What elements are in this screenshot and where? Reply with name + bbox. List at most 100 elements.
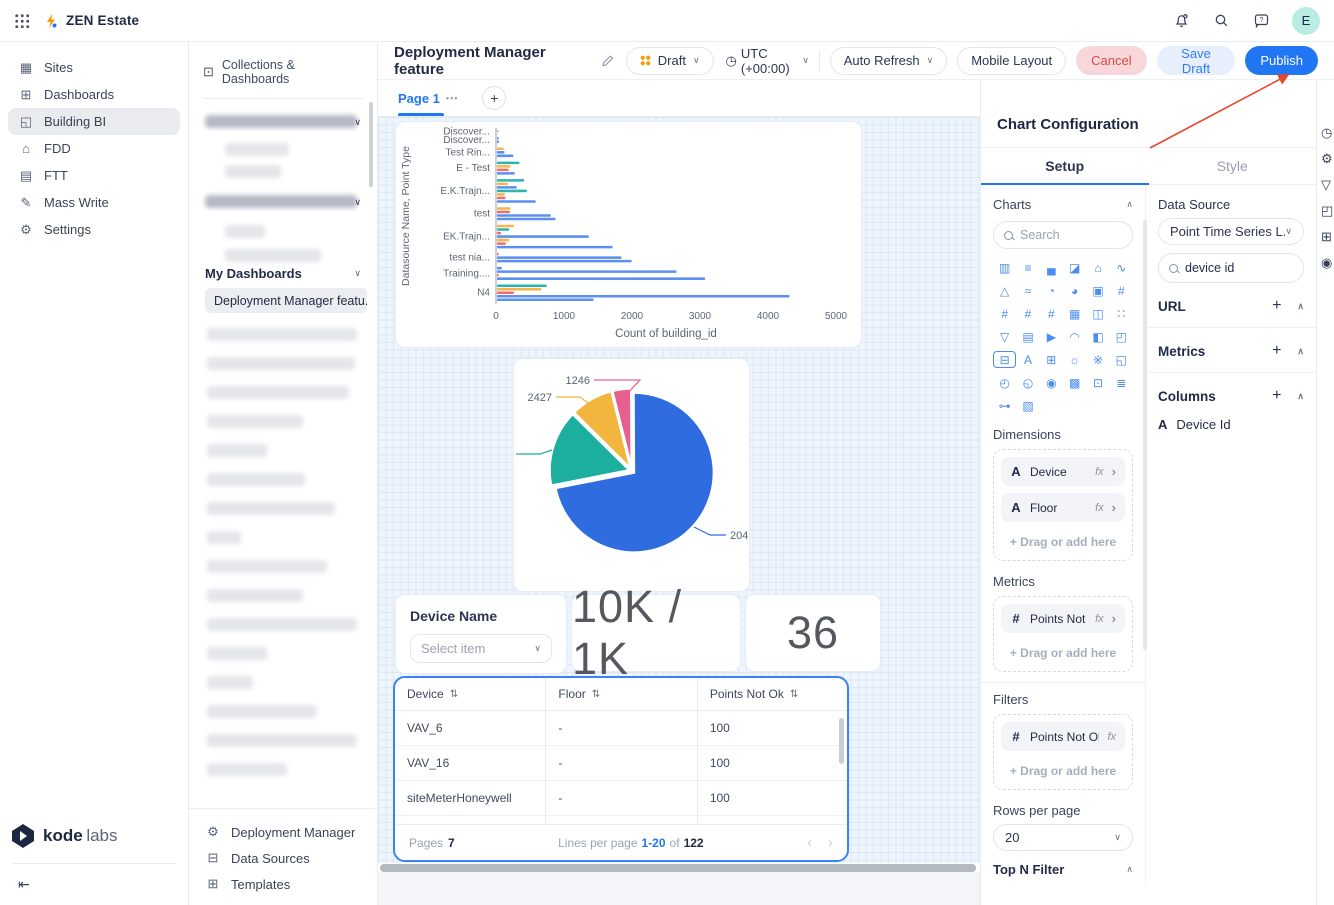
sidebar-item-building-bi[interactable]: ◱Building BI [8, 108, 180, 135]
sort-icon[interactable]: ⇅ [790, 689, 798, 700]
auto-refresh-dropdown[interactable]: Auto Refresh ∨ [830, 47, 947, 75]
sidebar-item-fdd[interactable]: ⌂FDD [8, 135, 180, 162]
filter-chip-points-not-ok[interactable]: #Points Not Okfx [1001, 722, 1125, 751]
gauge-icon[interactable]: ◠ [1063, 328, 1086, 345]
pivot-table-icon[interactable]: ◫ [1086, 305, 1109, 322]
blurred-item[interactable] [207, 618, 357, 631]
metric-trend-icon[interactable]: # [1040, 305, 1063, 322]
sidebar-item-ftt[interactable]: ▤FTT [8, 162, 180, 189]
cancel-button[interactable]: Cancel [1076, 46, 1146, 75]
table-scrollbar[interactable] [839, 718, 844, 764]
sidebar-item-settings[interactable]: ⚙Settings [8, 216, 180, 243]
blurred-item[interactable] [207, 357, 355, 370]
palette-chart-icon[interactable]: ◵ [1016, 374, 1039, 391]
globe-chart-icon[interactable]: ◉ [1040, 374, 1063, 391]
add-page-button[interactable]: + [482, 86, 506, 110]
sort-icon[interactable]: ⇅ [592, 689, 600, 700]
formula-icon[interactable]: fx [1095, 613, 1104, 625]
blurred-item[interactable] [207, 502, 335, 515]
number-card-icon[interactable]: ▣ [1086, 282, 1109, 299]
flow-chart-icon[interactable]: ⊶ [993, 397, 1016, 414]
table-row[interactable]: VAV_16-100 [395, 746, 847, 781]
prev-page-icon[interactable]: ‹ [807, 834, 812, 851]
pie-chart-icon[interactable]: ◔ [1040, 282, 1063, 299]
metric-chip-points-not-ok[interactable]: #Points Not Okfx› [1001, 604, 1125, 633]
help-chat-icon[interactable]: ? [1252, 12, 1270, 30]
config-scrollbar[interactable] [1143, 220, 1147, 650]
url-section-header[interactable]: URL + ∧ [1158, 297, 1304, 315]
kpi-count-widget[interactable]: 36 [745, 594, 881, 672]
table-row[interactable]: VAV_6-100 [395, 711, 847, 746]
blurred-item[interactable] [225, 249, 321, 262]
mobile-layout-button[interactable]: Mobile Layout [957, 47, 1066, 75]
device-select[interactable]: Select item ∨ [410, 634, 552, 663]
kpi-ratio-widget[interactable]: 10K / 1K [571, 594, 741, 672]
book-icon[interactable]: ⊞ [1317, 224, 1334, 250]
metrics-section-header[interactable]: Metrics + ∧ [1158, 342, 1304, 360]
table-column-header[interactable]: Floor⇅ [546, 678, 697, 710]
custom-widget-icon[interactable]: ※ [1086, 351, 1109, 368]
blurred-item[interactable] [207, 531, 241, 544]
peak-area-icon[interactable]: △ [993, 282, 1016, 299]
page-more-icon[interactable]: ••• [446, 93, 458, 103]
publish-button[interactable]: Publish [1245, 46, 1318, 75]
sidebar-item-dashboards[interactable]: ⊞Dashboards [8, 81, 180, 108]
columns-section-header[interactable]: Columns + ∧ [1158, 387, 1304, 405]
notifications-bell-icon[interactable] [1172, 12, 1190, 30]
blurred-item[interactable] [207, 763, 287, 776]
formula-icon[interactable]: fx [1107, 731, 1116, 743]
formula-icon[interactable]: fx [1095, 502, 1104, 514]
media-card-icon[interactable]: ▶ [1040, 328, 1063, 345]
add-metric-icon[interactable]: + [1272, 342, 1281, 360]
image-widget-icon[interactable]: ▧ [1016, 397, 1039, 414]
copy-icon[interactable]: ◰ [1317, 198, 1334, 224]
selected-dashboard-item[interactable]: Deployment Manager featu... [205, 288, 367, 313]
doughnut-chart-icon[interactable]: ◕ [1063, 282, 1086, 299]
blurred-item[interactable] [207, 473, 305, 486]
image-tile-icon[interactable]: ▩ [1063, 374, 1086, 391]
blurred-item[interactable] [207, 676, 253, 689]
calendar-icon[interactable]: ⊞ [1040, 351, 1063, 368]
formula-icon[interactable]: fx [1095, 466, 1104, 478]
collections-item-templates[interactable]: ⊞Templates [203, 871, 363, 897]
blurred-item[interactable] [225, 225, 265, 238]
blurred-item[interactable] [207, 734, 357, 747]
weather-icon[interactable]: ☼ [1063, 351, 1086, 368]
line-chart-icon[interactable]: ∿ [1110, 259, 1133, 276]
filters-dropzone[interactable]: #Points Not Okfx+ Drag or add here [993, 714, 1133, 790]
table-row[interactable]: siteMeterHoneywell-100 [395, 781, 847, 816]
pie-3d-icon[interactable]: ◴ [993, 374, 1016, 391]
filter-icon[interactable]: ▽ [1317, 172, 1334, 198]
save-draft-button[interactable]: Save Draft [1157, 46, 1236, 75]
ranked-list-icon[interactable]: ≣ [1110, 374, 1133, 391]
device-filter-widget[interactable]: Device Name Select item ∨ [395, 594, 567, 674]
text-widget-icon[interactable]: A [1016, 351, 1039, 368]
add-column-icon[interactable]: + [1272, 387, 1281, 405]
list-card-icon[interactable]: ▤ [1016, 328, 1039, 345]
top-n-filter-header[interactable]: Top N Filter∧ [993, 862, 1133, 877]
flag-chart-icon[interactable]: ◪ [1063, 259, 1086, 276]
collections-item-data-sources[interactable]: ⊟Data Sources [203, 845, 363, 871]
blurred-item[interactable] [207, 705, 317, 718]
next-page-icon[interactable]: › [828, 834, 833, 851]
collapse-sidebar-icon[interactable]: ⇤ [10, 876, 178, 893]
blurred-item[interactable] [207, 415, 303, 428]
edit-title-icon[interactable] [601, 54, 614, 68]
chevron-right-icon[interactable]: › [1112, 611, 1116, 626]
data-source-select[interactable]: Point Time Series L... ∨ [1158, 218, 1304, 245]
table-column-header[interactable]: Device⇅ [395, 678, 546, 710]
chart-clock-icon[interactable]: ◷ [1317, 120, 1334, 146]
charts-section-header[interactable]: Charts∧ [993, 195, 1133, 213]
apps-grid-icon[interactable] [14, 13, 29, 28]
add-url-icon[interactable]: + [1272, 297, 1281, 315]
timezone-dropdown[interactable]: ◷ UTC (+00:00) ∨ [726, 46, 809, 76]
metric-updown-icon[interactable]: # [993, 305, 1016, 322]
blurred-item[interactable] [207, 444, 267, 457]
dimension-chip-device[interactable]: ADevicefx› [1001, 457, 1125, 486]
table-column-header[interactable]: Points Not Ok⇅ [698, 678, 847, 710]
blurred-item[interactable] [205, 195, 357, 208]
scatter-icon[interactable]: ∷ [1110, 305, 1133, 322]
status-dropdown[interactable]: Draft ∨ [626, 47, 714, 75]
gear-icon[interactable]: ⚙ [1317, 146, 1334, 172]
blurred-item[interactable] [207, 647, 267, 660]
